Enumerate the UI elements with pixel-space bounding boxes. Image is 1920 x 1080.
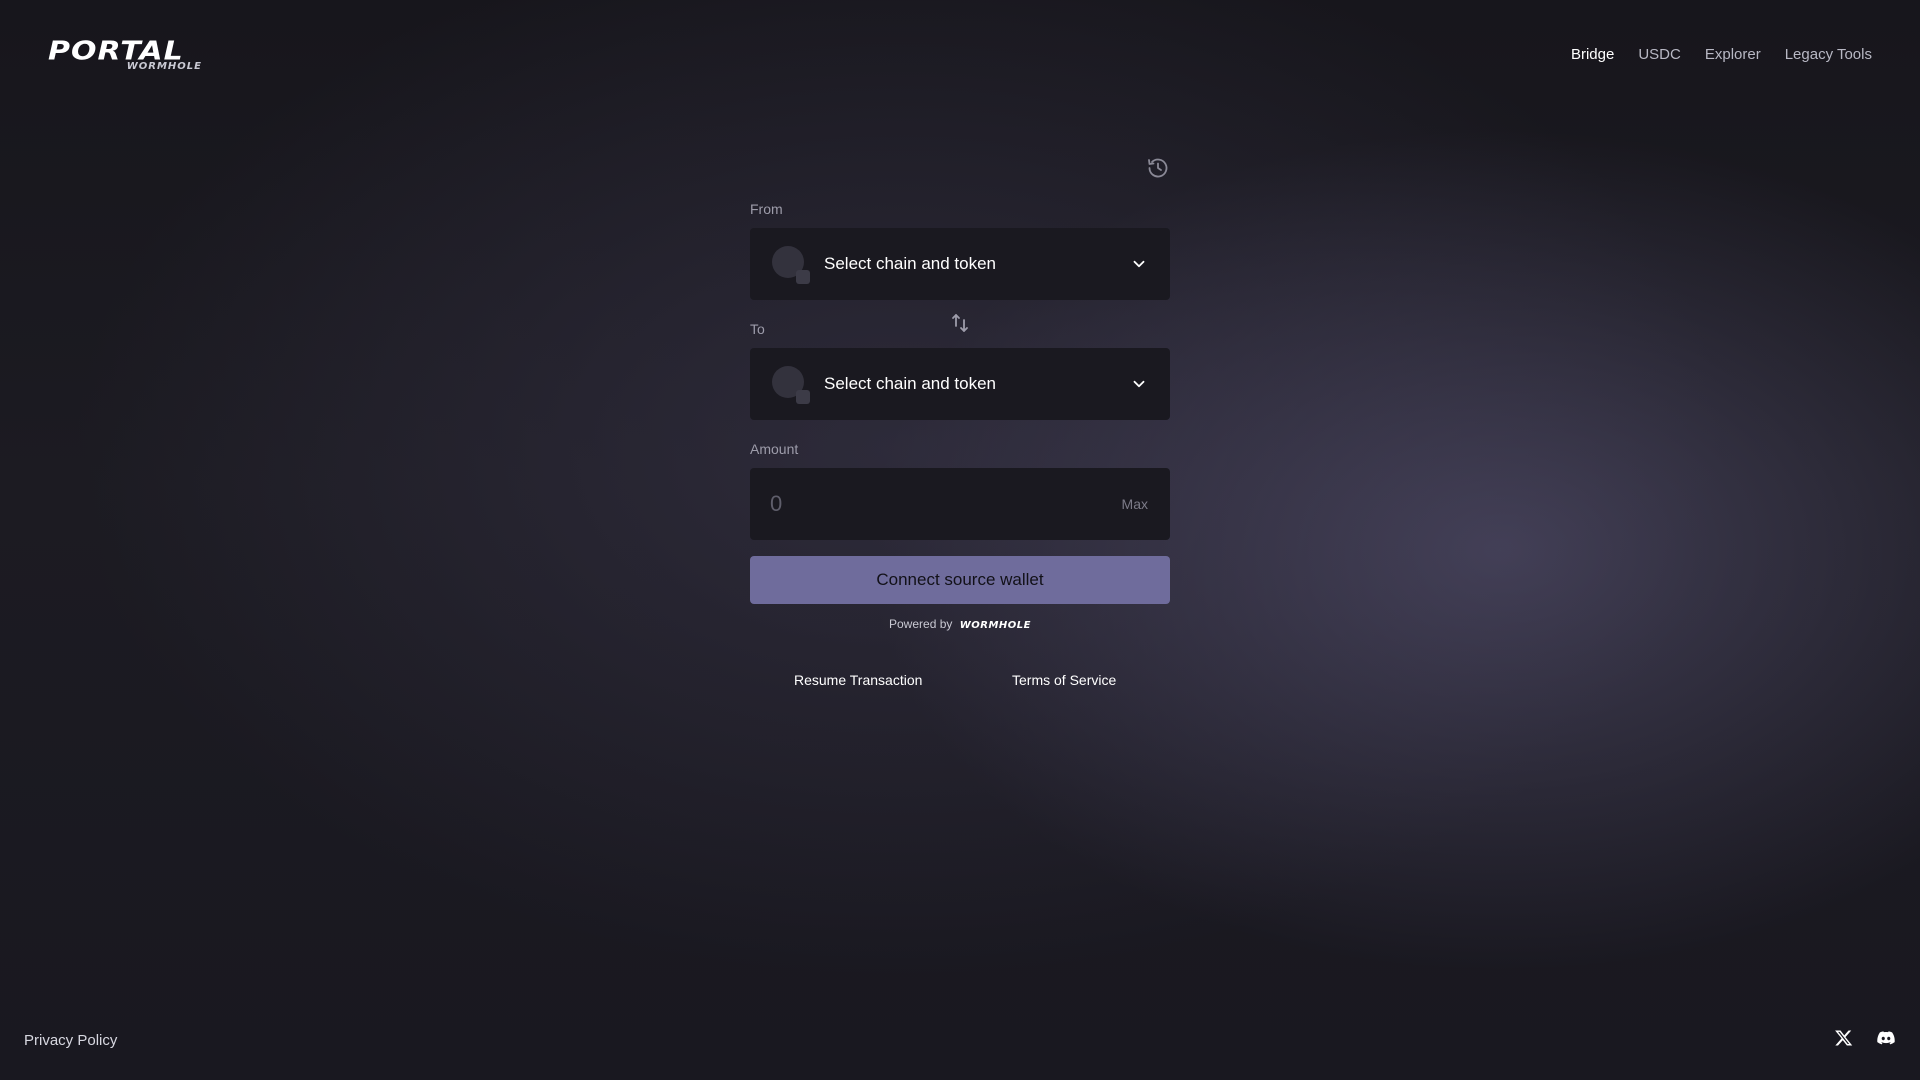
terms-of-service-link[interactable]: Terms of Service [1012,672,1116,688]
privacy-policy-link[interactable]: Privacy Policy [24,1032,117,1049]
swap-icon[interactable] [950,312,970,334]
nav-bridge[interactable]: Bridge [1571,46,1614,64]
chevron-down-icon [1133,260,1145,268]
logo-sub-text: WORMHOLE [126,61,202,72]
portal-logo[interactable]: PORTAL WORMHOLE [48,36,208,76]
nav-legacy-tools[interactable]: Legacy Tools [1785,46,1872,64]
powered-by: Powered by WORMHOLE [750,616,1170,634]
nav-explorer[interactable]: Explorer [1705,46,1761,64]
from-select-text: Select chain and token [824,254,997,273]
chain-placeholder-icon [796,270,810,284]
to-label: To [750,321,765,337]
history-icon[interactable] [1146,156,1170,180]
top-nav: Bridge USDC Explorer Legacy Tools [1571,46,1872,64]
max-button[interactable]: Max [1122,496,1148,512]
nav-usdc[interactable]: USDC [1638,46,1681,64]
resume-transaction-link[interactable]: Resume Transaction [794,672,922,688]
discord-icon[interactable] [1876,1028,1896,1048]
to-token-avatar [772,366,810,404]
x-icon[interactable] [1834,1028,1854,1048]
social-links [1834,1028,1896,1048]
chain-placeholder-icon [796,390,810,404]
chevron-down-icon [1133,380,1145,388]
from-label: From [750,201,783,217]
amount-input[interactable] [770,491,1122,517]
powered-by-text: Powered by [889,617,953,631]
to-select-text: Select chain and token [824,374,997,393]
wormhole-logo: WORMHOLE [959,620,1031,631]
amount-label: Amount [750,441,799,457]
amount-field: Max [750,468,1170,540]
from-token-avatar [772,246,810,284]
to-select[interactable]: Select chain and token [750,348,1170,420]
connect-source-wallet-button[interactable]: Connect source wallet [750,556,1170,604]
from-select[interactable]: Select chain and token [750,228,1170,300]
form-links: Resume Transaction Terms of Service [750,672,1170,692]
